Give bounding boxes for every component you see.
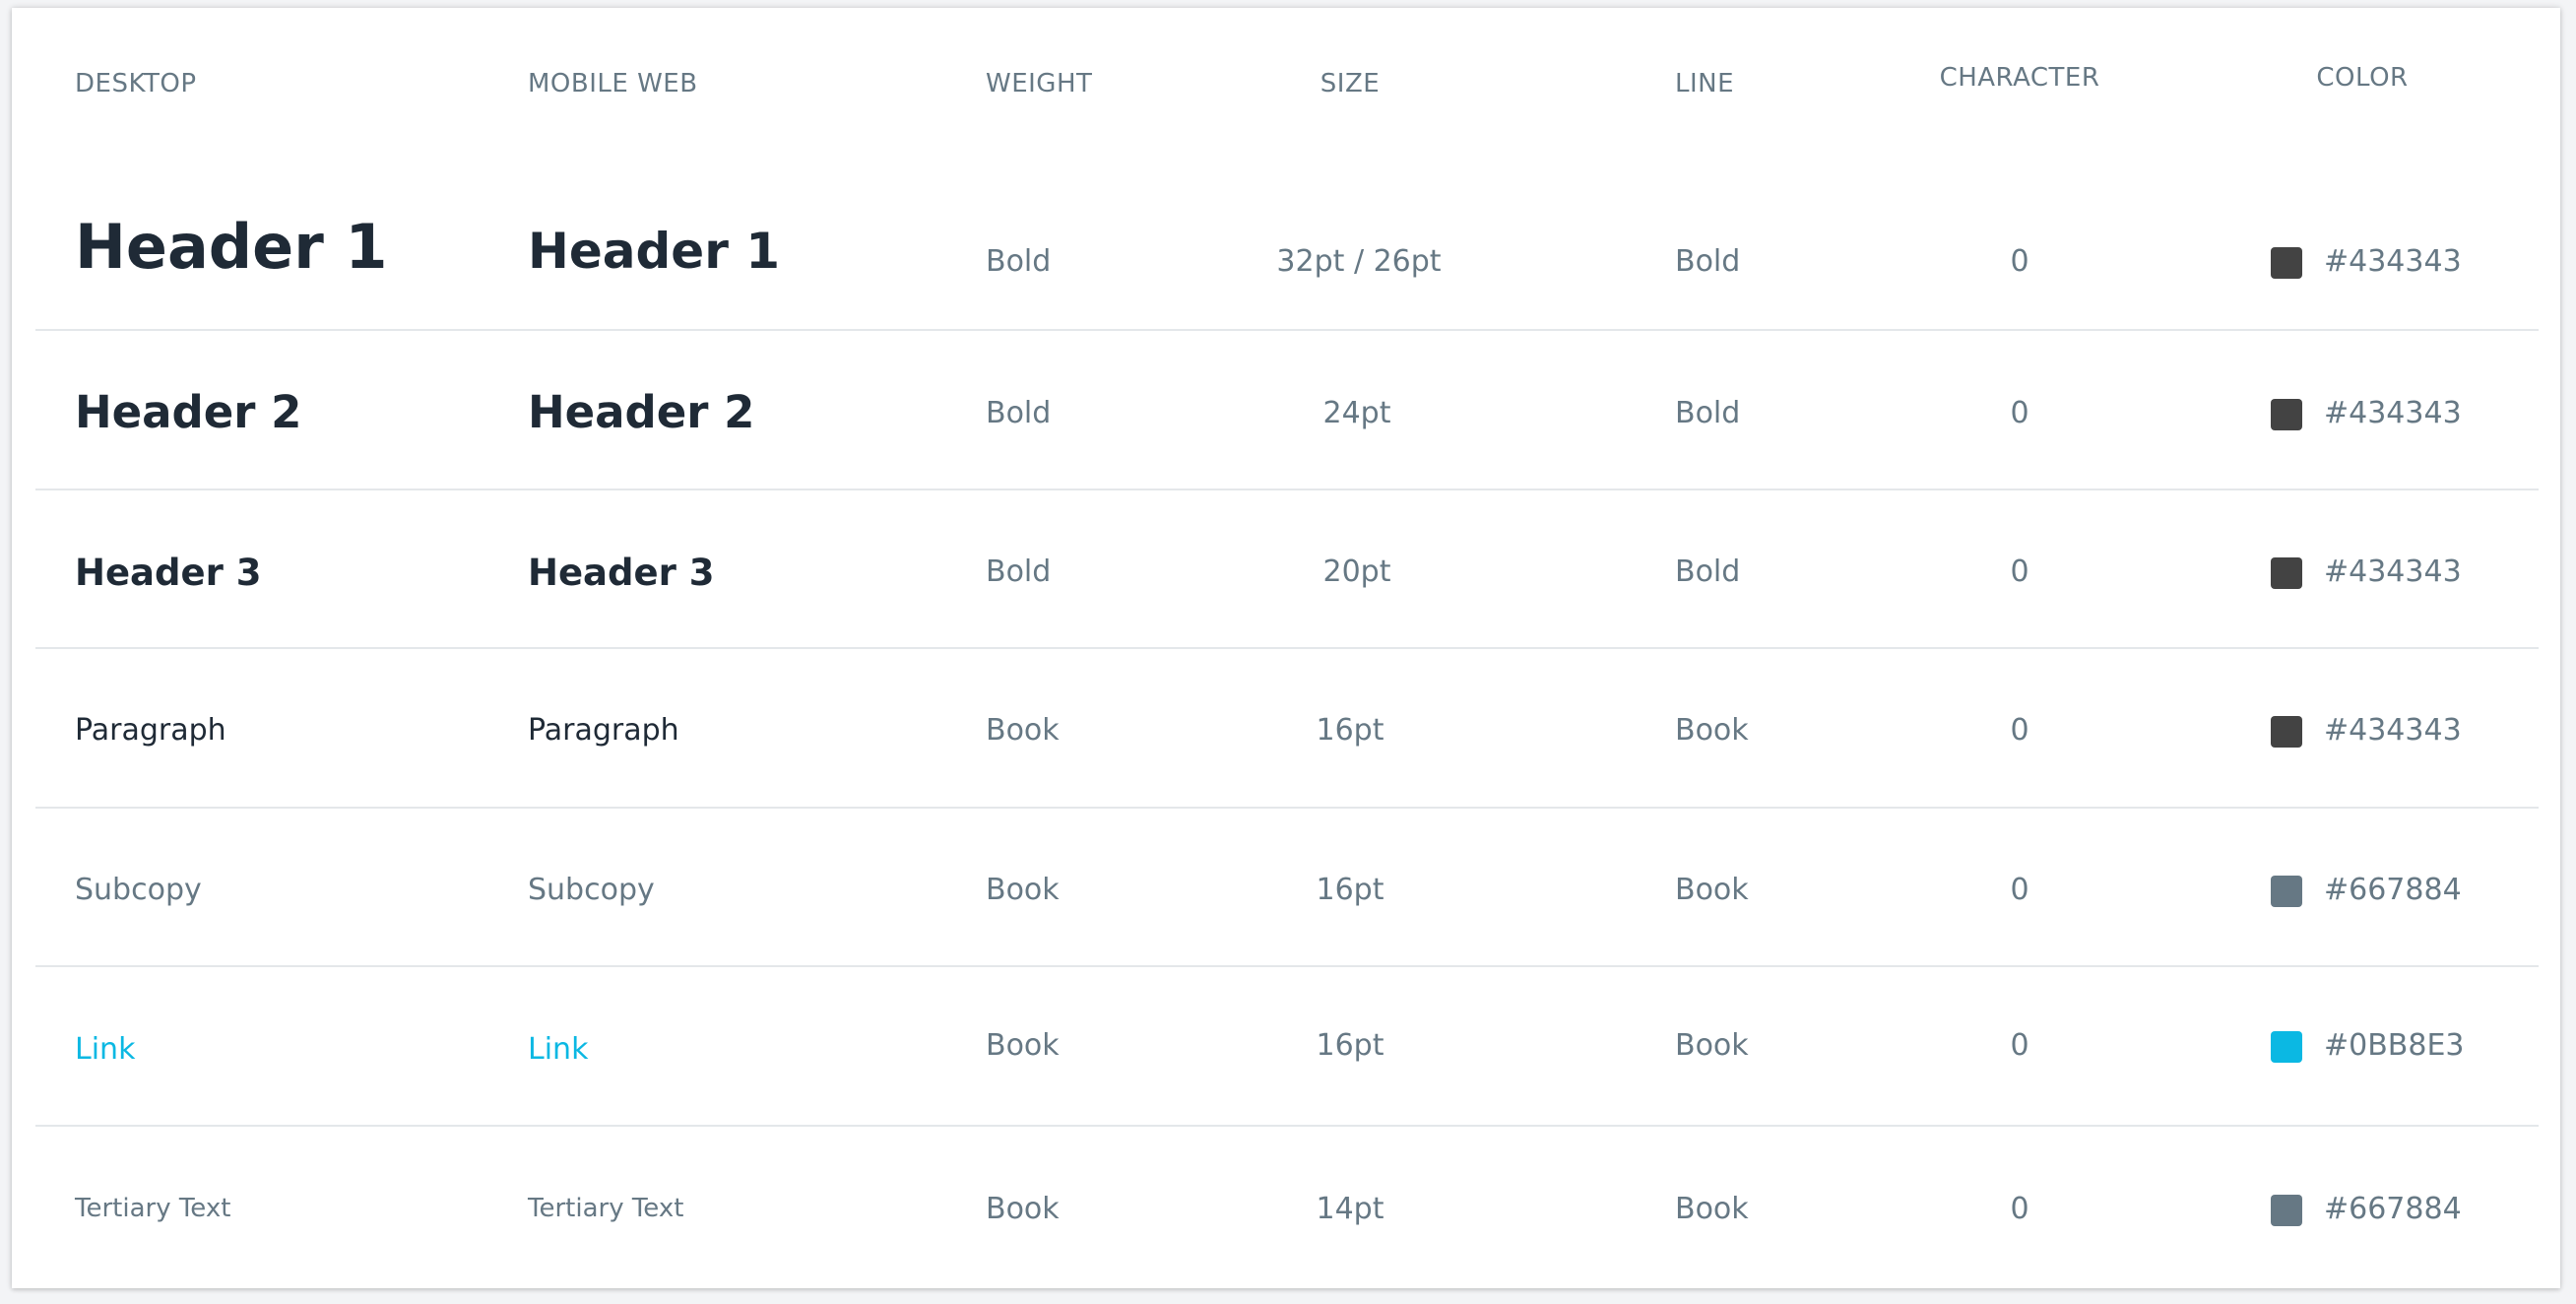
character-value: 0 bbox=[2010, 396, 2029, 430]
color-hex: #434343 bbox=[2324, 244, 2462, 279]
weight-value: Book bbox=[986, 1028, 1060, 1063]
desktop-link-sample[interactable]: Link bbox=[75, 1032, 135, 1067]
color-hex: #667884 bbox=[2324, 1192, 2462, 1226]
character-value: 0 bbox=[2010, 1192, 2029, 1226]
color-hex: #667884 bbox=[2324, 873, 2462, 907]
size-value: 32pt / 26pt bbox=[1276, 244, 1442, 279]
mobile-sample: Subcopy bbox=[528, 873, 655, 907]
color-swatch bbox=[2271, 399, 2302, 430]
color-swatch bbox=[2271, 247, 2302, 279]
weight-value: Bold bbox=[986, 554, 1052, 589]
desktop-sample: Header 2 bbox=[75, 386, 302, 438]
row-divider bbox=[35, 1125, 2539, 1127]
line-value: Book bbox=[1675, 1192, 1749, 1226]
character-value: 0 bbox=[2010, 244, 2029, 279]
character-value: 0 bbox=[2010, 1028, 2029, 1063]
weight-value: Book bbox=[986, 713, 1060, 748]
color-hex: #434343 bbox=[2324, 713, 2462, 748]
size-value: 16pt bbox=[1316, 713, 1385, 748]
weight-value: Bold bbox=[986, 244, 1052, 279]
color-hex: #434343 bbox=[2324, 554, 2462, 589]
color-hex: #434343 bbox=[2324, 396, 2462, 430]
weight-value: Book bbox=[986, 873, 1060, 907]
color-hex: #0BB8E3 bbox=[2324, 1028, 2465, 1063]
weight-value: Bold bbox=[986, 396, 1052, 430]
size-value: 16pt bbox=[1316, 1028, 1385, 1063]
weight-value: Book bbox=[986, 1192, 1060, 1226]
column-header-color: COLOR bbox=[2316, 63, 2409, 93]
mobile-sample: Paragraph bbox=[528, 713, 679, 748]
desktop-sample: Header 1 bbox=[75, 211, 388, 283]
color-swatch bbox=[2271, 1195, 2302, 1226]
line-value: Bold bbox=[1675, 554, 1741, 589]
column-header-line: LINE bbox=[1675, 69, 1735, 98]
color-swatch bbox=[2271, 876, 2302, 907]
desktop-sample: Subcopy bbox=[75, 873, 202, 907]
column-header-size: SIZE bbox=[1320, 69, 1381, 98]
line-value: Bold bbox=[1675, 396, 1741, 430]
size-value: 16pt bbox=[1316, 873, 1385, 907]
column-header-character: CHARACTER bbox=[1939, 63, 2100, 93]
size-value: 24pt bbox=[1322, 396, 1391, 430]
row-divider bbox=[35, 965, 2539, 967]
character-value: 0 bbox=[2010, 554, 2029, 589]
column-header-desktop: DESKTOP bbox=[75, 69, 197, 98]
row-divider bbox=[35, 489, 2539, 490]
character-value: 0 bbox=[2010, 713, 2029, 748]
size-value: 20pt bbox=[1322, 554, 1391, 589]
line-value: Book bbox=[1675, 1028, 1749, 1063]
desktop-sample: Tertiary Text bbox=[75, 1194, 231, 1223]
row-divider bbox=[35, 647, 2539, 649]
mobile-sample: Header 1 bbox=[528, 223, 781, 280]
line-value: Book bbox=[1675, 873, 1749, 907]
line-value: Book bbox=[1675, 713, 1749, 748]
typography-spec-table: DESKTOP MOBILE WEB WEIGHT SIZE LINE CHAR… bbox=[12, 8, 2560, 1288]
desktop-sample: Paragraph bbox=[75, 713, 226, 748]
size-value: 14pt bbox=[1316, 1192, 1385, 1226]
row-divider bbox=[35, 807, 2539, 809]
column-header-mobile-web: MOBILE WEB bbox=[528, 69, 698, 98]
line-value: Bold bbox=[1675, 244, 1741, 279]
color-swatch bbox=[2271, 557, 2302, 589]
character-value: 0 bbox=[2010, 873, 2029, 907]
column-header-weight: WEIGHT bbox=[986, 69, 1093, 98]
desktop-sample: Header 3 bbox=[75, 552, 262, 594]
row-divider bbox=[35, 329, 2539, 331]
color-swatch bbox=[2271, 716, 2302, 748]
mobile-sample: Tertiary Text bbox=[528, 1194, 684, 1223]
mobile-sample: Header 2 bbox=[528, 386, 755, 438]
color-swatch bbox=[2271, 1031, 2302, 1063]
mobile-link-sample[interactable]: Link bbox=[528, 1032, 588, 1067]
mobile-sample: Header 3 bbox=[528, 552, 715, 594]
